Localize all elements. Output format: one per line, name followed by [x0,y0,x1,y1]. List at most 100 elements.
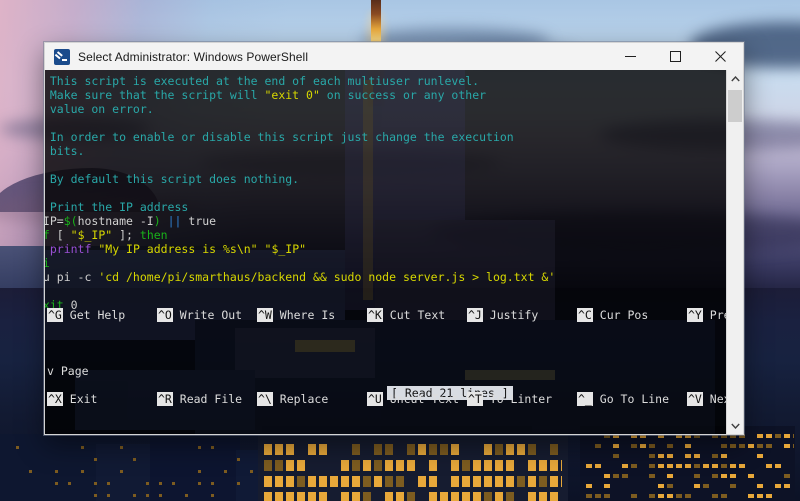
wallpaper-window-light [286,460,294,471]
wallpaper-window-light [429,476,437,487]
wallpaper-window-light [712,454,718,458]
wallpaper-window-light [385,460,393,471]
nano-shortcut[interactable]: ^R Read File [157,392,242,406]
nano-shortcut-key: ^U [367,392,383,406]
wallpaper-window-light [586,494,592,498]
nano-shortcut-label: Get Help [62,308,126,322]
wallpaper-window-light [685,494,691,498]
nano-shortcut[interactable]: ^_ Go To Line [577,392,669,406]
wallpaper-window-light [286,492,294,501]
nano-shortcut[interactable]: ^W Where Is [257,308,335,322]
nano-shortcut[interactable]: ^U Uncut Text [367,392,459,406]
nano-shortcut-row-2: ^X Exit ^R Read File ^\ Replace ^U Uncut Te… [45,392,743,406]
wallpaper-window-light [146,482,149,485]
close-icon [715,51,726,62]
wallpaper-window-light [721,494,727,498]
wallpaper-window-light [604,484,610,488]
nano-shortcut[interactable]: ^X Exit [47,392,97,406]
wallpaper-window-light [748,444,754,448]
wallpaper-window-light [550,460,558,471]
wallpaper-window-light [484,444,492,455]
wallpaper-window-light [473,460,481,471]
wallpaper-window-light [250,470,253,473]
terminal-scrollbar[interactable] [726,70,743,434]
wallpaper-window-light [198,482,201,485]
wallpaper-window-light [418,476,426,487]
wallpaper-window-light [793,444,794,448]
console-token: [ [49,228,71,242]
wallpaper-window-light [319,444,327,455]
wallpaper-window-light [649,474,655,478]
wallpaper-window-light [528,444,536,455]
wallpaper-window-light [712,494,718,498]
nano-shortcut[interactable]: ^Y Pre [687,308,731,322]
nano-shortcut-label: To Linter [482,392,553,406]
scrollbar-thumb[interactable] [728,90,742,122]
wallpaper-window-light [440,492,448,501]
wallpaper-window-light [81,470,84,473]
wallpaper-window-light [775,484,781,488]
wallpaper-window-light [198,470,201,473]
nano-shortcut-row-1: ^G Get Help ^O Write Out ^W Where Is ^K Cut… [45,308,743,322]
nano-shortcut[interactable]: ^O Write Out [157,308,242,322]
nano-shortcut[interactable]: ^J Justify [467,308,538,322]
wallpaper-window-light [775,434,781,438]
nano-shortcut-label: Replace [272,392,329,406]
console-token: ]; [112,228,140,242]
wallpaper-window-light [658,494,664,498]
terminal-area[interactable]: # This script is executed at the end of … [44,70,744,435]
wallpaper-window-light [363,460,371,471]
wallpaper-window-light [133,494,136,497]
wallpaper-window-light [667,484,673,488]
nano-shortcut[interactable]: ^V Nex [687,392,731,406]
powershell-window[interactable]: Select Administrator: Windows PowerShell… [44,42,744,435]
nano-shortcut[interactable]: ^\ Replace [257,392,328,406]
console-token: fi [45,256,50,270]
wallpaper-window-light [211,482,214,485]
wallpaper-window-light [712,474,718,478]
console-token: hostname -I [77,214,154,228]
wallpaper-window-light [418,444,426,455]
window-titlebar[interactable]: Select Administrator: Windows PowerShell [44,42,744,70]
wallpaper-window-light [595,444,601,448]
wallpaper-window-light [622,474,628,478]
wallpaper-window-light [107,482,110,485]
nano-shortcut[interactable]: ^K Cut Text [367,308,445,322]
wallpaper-window-light [685,454,691,458]
minimize-button[interactable] [608,43,653,70]
wallpaper-window-light [539,476,547,487]
wallpaper-window-light [94,458,97,461]
close-button[interactable] [698,43,743,70]
wallpaper-window-light [407,460,415,471]
console-line: # value on error. [45,102,726,116]
wallpaper-window-light [374,460,382,471]
wallpaper-window-light [561,460,562,471]
nano-shortcut-label: Justify [482,308,539,322]
nano-shortcut[interactable]: ^G Get Help [47,308,125,322]
nano-shortcut[interactable]: ^T To Linter [467,392,552,406]
maximize-button[interactable] [653,43,698,70]
scroll-down-arrow-icon[interactable] [727,417,743,434]
console-line: # By default this script does nothing. [44,172,726,186]
console-token: # This script is executed at the end of … [44,74,480,88]
wallpaper-window-light [107,494,110,497]
wallpaper-window-light [721,464,727,468]
nano-shortcut[interactable]: ^C Cur Pos [577,308,648,322]
wallpaper-window-light [730,464,736,468]
wallpaper-window-light [286,476,294,487]
wallpaper-window-light [595,494,601,498]
console-token: # By default this script does nothing. [44,172,300,186]
scroll-up-arrow-icon[interactable] [727,70,743,87]
wallpaper-window-light [55,470,58,473]
wallpaper-window-light [517,476,525,487]
wallpaper-window-light [561,476,562,487]
powershell-icon [54,48,70,65]
wallpaper-window-light [784,434,790,438]
wallpaper-window-light [198,446,201,449]
wallpaper-window-light [297,460,305,471]
wallpaper-window-light [730,484,736,488]
wallpaper-window-light [757,484,763,488]
wallpaper-window-light [308,492,316,501]
nano-shortcut-label: Go To Line [592,392,670,406]
wallpaper-window-light [352,476,360,487]
